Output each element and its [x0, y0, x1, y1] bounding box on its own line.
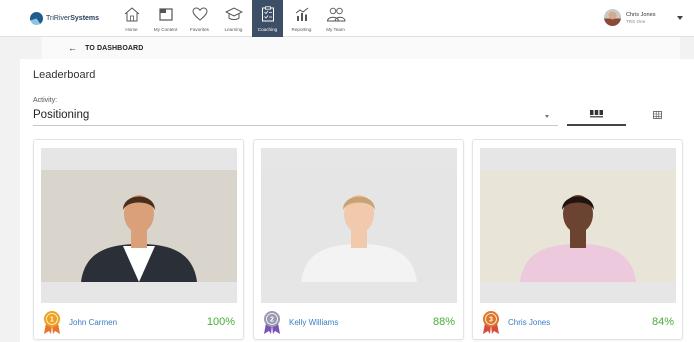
home-icon [122, 4, 142, 24]
user-info: Chris Jones TRS One [626, 12, 656, 24]
back-link-label: TO DASHBOARD [85, 44, 144, 52]
participant-photo [480, 148, 676, 303]
activity-select[interactable]: Positioning [33, 107, 558, 126]
leaderboard-panel: Leaderboard Activity: Positioning 1 John … [20, 59, 694, 342]
tririver-logo[interactable]: TriRiverSystems [30, 12, 99, 25]
leaderboard-card[interactable]: 2 Kelly Williams 88% [253, 139, 464, 340]
user-name: Chris Jones [626, 11, 656, 18]
graduation-cap-icon [224, 4, 244, 24]
svg-text:2: 2 [270, 317, 274, 324]
back-to-dashboard-link[interactable]: ← TO DASHBOARD [68, 43, 143, 53]
main-nav: Home My Content Favorites Learning Coach… [116, 0, 354, 37]
table-view-icon [652, 106, 662, 124]
nav-my-content[interactable]: My Content [150, 0, 181, 37]
avatar [604, 9, 621, 26]
arrow-left-icon: ← [68, 43, 78, 53]
logo-mark-icon [30, 12, 43, 25]
rank-badge-icon: 2 [264, 311, 280, 334]
participant-name[interactable]: John Carmen [69, 318, 117, 327]
nav-coaching[interactable]: Coaching [252, 0, 283, 37]
folder-icon [156, 4, 176, 24]
nav-home[interactable]: Home [116, 0, 147, 37]
nav-home-label: Home [125, 27, 138, 32]
leaderboard-card[interactable]: 3 Chris Jones 84% [472, 139, 683, 340]
svg-text:1: 1 [50, 317, 54, 324]
page-title: Leaderboard [33, 69, 96, 81]
participant-score: 100% [206, 316, 235, 328]
back-bar: ← TO DASHBOARD [42, 37, 680, 59]
clipboard-icon [258, 4, 278, 24]
top-navigation-bar: TriRiverSystems Home My Content Favorite… [0, 0, 694, 37]
activity-label: Activity: [33, 97, 58, 104]
select-caret-icon [545, 115, 549, 118]
nav-reporting[interactable]: Reporting [286, 0, 317, 37]
nav-favorites-label: Favorites [190, 27, 209, 32]
rank-badge-icon: 3 [483, 311, 499, 334]
logo-text: TriRiverSystems [46, 15, 100, 22]
participant-name[interactable]: Chris Jones [508, 318, 550, 327]
participant-photo [261, 148, 457, 303]
participant-name[interactable]: Kelly Williams [289, 318, 338, 327]
participant-score: 88% [432, 316, 455, 328]
chevron-down-icon[interactable] [677, 16, 683, 20]
heart-icon [190, 4, 210, 24]
nav-coaching-label: Coaching [257, 27, 278, 32]
card-view-toggle[interactable] [567, 104, 626, 126]
nav-my-team-label: My Team [326, 27, 345, 32]
nav-reporting-label: Reporting [291, 27, 312, 32]
nav-learning[interactable]: Learning [218, 0, 249, 37]
nav-my-content-label: My Content [153, 27, 178, 32]
nav-favorites[interactable]: Favorites [184, 0, 215, 37]
team-icon [326, 4, 346, 24]
chart-icon [292, 4, 312, 24]
nav-my-team[interactable]: My Team [320, 0, 351, 37]
grid-view-icon [590, 105, 603, 123]
participant-score: 84% [651, 316, 674, 328]
table-view-toggle[interactable] [645, 104, 669, 126]
leaderboard-card[interactable]: 1 John Carmen 100% [33, 139, 244, 340]
user-org: TRS One [626, 18, 646, 24]
activity-value: Positioning [33, 109, 90, 121]
svg-text:3: 3 [489, 317, 493, 324]
nav-learning-label: Learning [224, 27, 243, 32]
rank-badge-icon: 1 [44, 311, 60, 334]
user-menu[interactable]: Chris Jones TRS One [604, 9, 656, 26]
participant-photo [41, 148, 237, 303]
